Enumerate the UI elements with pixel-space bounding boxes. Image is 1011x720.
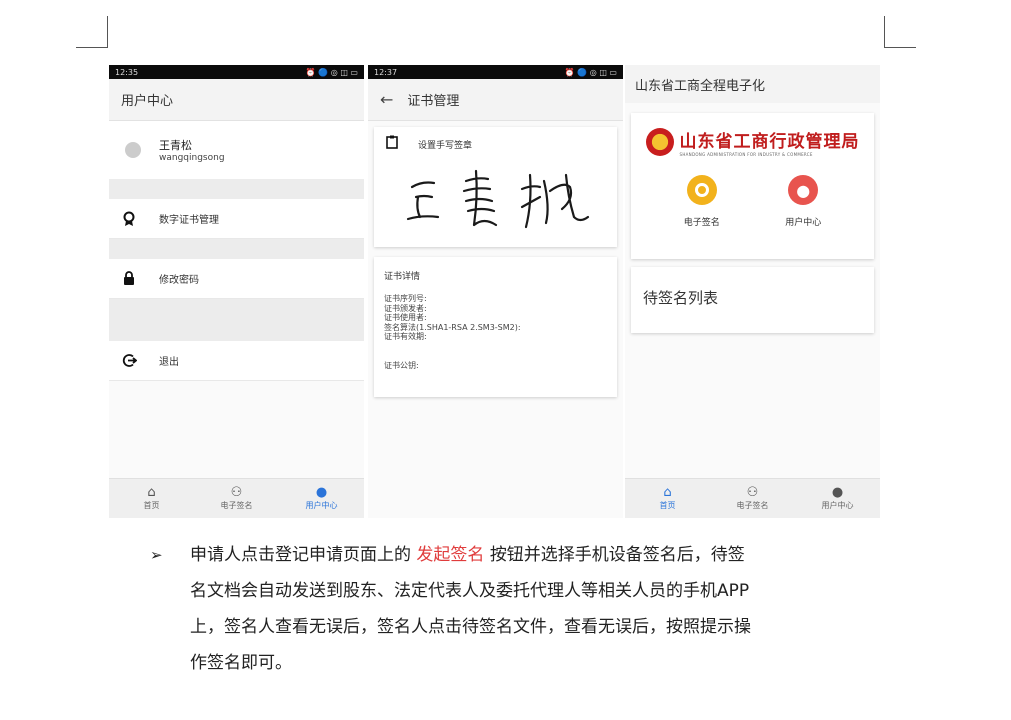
logout-icon bbox=[121, 353, 137, 369]
cert-serial: 证书序列号: bbox=[384, 294, 427, 303]
person-icon: ● bbox=[831, 485, 844, 500]
nav-item-home[interactable]: ⌂ 首页 bbox=[625, 479, 710, 518]
nav-item-user-center[interactable]: ● 用户中心 bbox=[279, 479, 364, 518]
app-bar: 用户中心 bbox=[109, 79, 364, 121]
home-icon: ⌂ bbox=[663, 485, 672, 500]
user-icon: ● bbox=[788, 175, 819, 205]
app-title: 山东省工商全程电子化 bbox=[635, 78, 766, 94]
home-icon: ⌂ bbox=[147, 485, 156, 500]
crop-mark-top-right bbox=[884, 16, 916, 48]
cert-public-key: 证书公钥: bbox=[384, 360, 419, 370]
menu-label: 修改密码 bbox=[159, 275, 199, 286]
avatar-icon bbox=[125, 142, 141, 158]
status-time: 12:35 bbox=[115, 67, 139, 77]
person-icon: ● bbox=[315, 485, 328, 500]
section-divider bbox=[109, 239, 364, 259]
logo-title: 山东省工商行政管理局 bbox=[679, 132, 860, 152]
pending-list-title: 待签名列表 bbox=[643, 289, 719, 307]
status-bar: 12:35 ⏰ 🔵 ◎ ◫ ▭ bbox=[109, 65, 364, 79]
status-bar: 12:37 ⏰ 🔵 ◎ ◫ ▭ bbox=[368, 65, 623, 79]
section-divider bbox=[109, 179, 364, 199]
emblem-icon bbox=[645, 128, 674, 156]
bottom-navigation: ⌂ 首页 ⚇ 电子签名 ● 用户中心 bbox=[109, 478, 364, 518]
pending-list-card[interactable]: 待签名列表 bbox=[631, 267, 874, 333]
handwritten-signature bbox=[406, 169, 590, 229]
nav-label: 首页 bbox=[659, 501, 676, 510]
nav-item-esign[interactable]: ⚇ 电子签名 bbox=[194, 479, 279, 518]
esign-icon bbox=[686, 175, 717, 205]
nav-item-user-center[interactable]: ● 用户中心 bbox=[795, 479, 880, 518]
app-bar: 山东省工商全程电子化 bbox=[625, 65, 880, 103]
user-name: 王青松 bbox=[159, 139, 192, 152]
user-login: wangqingsong bbox=[159, 153, 225, 163]
shortcut-label: 电子签名 bbox=[683, 218, 720, 228]
cert-issuer: 证书颁发者: bbox=[384, 303, 427, 313]
lock-icon bbox=[121, 271, 137, 287]
user-profile-row[interactable]: 王青松 wangqingsong bbox=[109, 121, 364, 179]
instruction-paragraph: ➢ 申请人点击登记申请页面上的 发起签名 按钮并选择手机设备签名后，待签 名文档… bbox=[150, 537, 890, 681]
nav-label: 电子签名 bbox=[736, 501, 769, 510]
certificate-detail-card: 证书详情 证书序列号: 证书颁发者: 证书使用者: 签名算法(1.SHA1-RS… bbox=[374, 257, 617, 397]
cert-subject: 证书使用者: bbox=[384, 313, 427, 322]
menu-label: 数字证书管理 bbox=[159, 215, 219, 226]
status-icons: ⏰ 🔵 ◎ ◫ ▭ bbox=[564, 67, 617, 77]
nav-label: 电子签名 bbox=[220, 501, 253, 510]
menu-label: 退出 bbox=[159, 357, 179, 368]
page-title: 用户中心 bbox=[121, 94, 174, 109]
cert-algorithm: 签名算法(1.SHA1-RSA 2.SM3-SM2): bbox=[384, 322, 521, 332]
paragraph-line-4: 作签名即可。 bbox=[190, 653, 292, 673]
line1-text-b: 按钮并选择手机设备签名后，待签 bbox=[489, 545, 745, 565]
shortcut-user-center[interactable]: ● 用户中心 bbox=[785, 175, 821, 228]
menu-item-certificate[interactable]: 数字证书管理 bbox=[109, 199, 364, 239]
crop-mark-top-left bbox=[76, 16, 108, 48]
logo-subtitle: SHANDONG ADMINISTRATION FOR INDUSTRY & C… bbox=[679, 152, 813, 157]
signature-card[interactable]: 设置手写签章 bbox=[374, 127, 617, 247]
nav-item-esign[interactable]: ⚇ 电子签名 bbox=[710, 479, 795, 518]
bottom-navigation: ⌂ 首页 ⚇ 电子签名 ● 用户中心 bbox=[625, 478, 880, 518]
nav-label: 用户中心 bbox=[821, 501, 854, 510]
shortcut-esign[interactable]: 电子签名 bbox=[684, 175, 720, 228]
phone-screenshot-cert-management: 12:37 ⏰ 🔵 ◎ ◫ ▭ ← 证书管理 设置手写签章 证书详情 证书序列号… bbox=[368, 65, 623, 518]
cert-validity: 证书有效期: bbox=[384, 332, 427, 341]
shortcut-row: 电子签名 ● 用户中心 bbox=[631, 175, 874, 228]
menu-item-logout[interactable]: 退出 bbox=[109, 341, 364, 381]
shortcut-label: 用户中心 bbox=[785, 218, 822, 228]
page-title: 证书管理 bbox=[407, 94, 460, 109]
home-card: 山东省工商行政管理局 SHANDONG ADMINISTRATION FOR I… bbox=[631, 113, 874, 259]
agency-logo: 山东省工商行政管理局 SHANDONG ADMINISTRATION FOR I… bbox=[631, 127, 874, 157]
phone-screenshot-user-center: 12:35 ⏰ 🔵 ◎ ◫ ▭ 用户中心 王青松 wangqingsong 数字… bbox=[109, 65, 364, 518]
section-divider bbox=[109, 299, 364, 341]
signature-title: 设置手写签章 bbox=[418, 140, 473, 151]
badge-icon: ⚇ bbox=[230, 485, 243, 500]
paragraph-line-2: 名文档会自动发送到股东、法定代表人及委托代理人等相关人员的手机APP bbox=[190, 581, 750, 601]
status-icons: ⏰ 🔵 ◎ ◫ ▭ bbox=[305, 67, 358, 77]
nav-label: 用户中心 bbox=[305, 501, 338, 510]
bullet-arrow-icon: ➢ bbox=[150, 546, 163, 564]
highlight-start-sign: 发起签名 bbox=[416, 545, 485, 565]
back-arrow-icon[interactable]: ← bbox=[380, 90, 393, 109]
app-bar: ← 证书管理 bbox=[368, 79, 623, 121]
certificate-icon bbox=[121, 211, 137, 227]
badge-icon: ⚇ bbox=[746, 485, 759, 500]
paragraph-line-1: 申请人点击登记申请页面上的 发起签名 按钮并选择手机设备签名后，待签 bbox=[150, 537, 890, 573]
status-time: 12:37 bbox=[374, 67, 398, 77]
cert-detail-title: 证书详情 bbox=[384, 272, 421, 282]
clipboard-icon bbox=[386, 135, 398, 153]
phone-screenshot-home: 山东省工商全程电子化 山东省工商行政管理局 SHANDONG ADMINISTR… bbox=[625, 65, 880, 518]
menu-item-change-password[interactable]: 修改密码 bbox=[109, 259, 364, 299]
paragraph-line-3: 上，签名人查看无误后，签名人点击待签名文件，查看无误后，按照提示操 bbox=[190, 617, 751, 637]
nav-label: 首页 bbox=[143, 501, 160, 510]
line1-text-a: 申请人点击登记申请页面上的 bbox=[190, 545, 411, 565]
nav-item-home[interactable]: ⌂ 首页 bbox=[109, 479, 194, 518]
